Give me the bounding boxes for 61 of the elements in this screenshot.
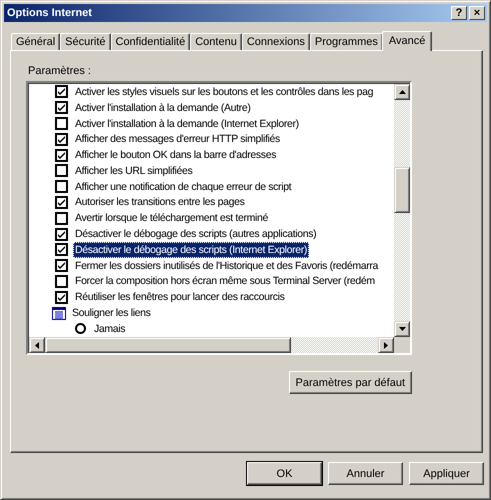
window-title: Options Internet: [7, 7, 92, 19]
dialog-button[interactable]: Appliquer: [409, 462, 484, 485]
radio-button[interactable]: [75, 323, 86, 334]
down-arrow-icon: [398, 327, 406, 331]
settings-label: Paramètres :: [28, 65, 92, 78]
setting-label[interactable]: Afficher le bouton OK dans la barre d'adresses: [73, 147, 278, 164]
setting-label[interactable]: Activer l'installation à la demande (Autre): [73, 100, 252, 116]
scroll-corner: [394, 337, 410, 353]
tab[interactable]: Confidentialité: [110, 33, 190, 50]
up-arrow-icon: [398, 90, 406, 94]
scroll-thumb[interactable]: [45, 337, 291, 353]
setting-label[interactable]: Désactiver le débogage des scripts (Internet Explorer): [73, 242, 310, 258]
dialog-button[interactable]: OK: [247, 462, 322, 485]
tab[interactable]: Contenu: [190, 33, 242, 50]
scroll-right-button[interactable]: [378, 337, 394, 353]
close-button[interactable]: ×: [469, 6, 485, 20]
checkbox[interactable]: [55, 228, 68, 241]
scroll-left-button[interactable]: [29, 337, 45, 353]
checkbox[interactable]: [55, 85, 68, 98]
setting-label[interactable]: Désactiver le débogage des scripts (autres applications): [73, 226, 318, 242]
dialog-button[interactable]: Annuler: [328, 462, 403, 485]
checkmark-icon: [57, 198, 66, 207]
tab[interactable]: Sécurité: [60, 33, 110, 50]
setting-label[interactable]: Souligner les liens: [70, 305, 153, 322]
setting-label[interactable]: Fermer les dossiers inutilisés de l'Historique et des Favoris (redémarra: [73, 258, 380, 274]
horizontal-scrollbar[interactable]: [29, 337, 410, 353]
reset-button[interactable]: Paramètres par défaut: [288, 371, 412, 394]
checkbox[interactable]: [55, 148, 68, 162]
setting-label[interactable]: Forcer la composition hors écran même sous Terminal Server (redém: [73, 273, 377, 290]
tab[interactable]: Général: [11, 33, 60, 50]
setting-label[interactable]: Jamais: [92, 320, 128, 337]
setting-label[interactable]: Afficher des messages d'erreur HTTP simplifiés: [73, 131, 282, 148]
scroll-down-button[interactable]: [394, 321, 410, 337]
checkbox[interactable]: [55, 290, 68, 304]
right-arrow-icon: [384, 342, 388, 348]
setting-label[interactable]: Réutiliser les fenêtres pour lancer des raccourcis: [73, 289, 287, 306]
checkbox[interactable]: [55, 180, 68, 194]
list-icon: [52, 306, 66, 320]
checkbox[interactable]: [55, 116, 68, 130]
checkbox[interactable]: [55, 164, 68, 178]
setting-label[interactable]: Activer l'installation à la demande (Internet Explorer): [73, 116, 301, 132]
scroll-thumb[interactable]: [394, 167, 410, 213]
checkbox[interactable]: [55, 132, 68, 146]
scroll-up-button[interactable]: [394, 84, 410, 100]
vertical-scrollbar[interactable]: [394, 84, 410, 337]
setting-label[interactable]: Afficher une notification de chaque erreur de script: [73, 178, 294, 195]
setting-label[interactable]: Autoriser les transitions entre les pages: [73, 194, 246, 210]
help-button[interactable]: ?: [451, 6, 467, 20]
left-arrow-icon: [35, 342, 39, 348]
setting-label[interactable]: Activer les styles visuels sur les boutons et les contrôles dans les pag: [73, 84, 376, 100]
checkbox[interactable]: [55, 259, 68, 272]
tab[interactable]: Connexions: [242, 33, 310, 50]
checkmark-icon: [57, 292, 66, 302]
checkbox[interactable]: [55, 196, 68, 209]
checkbox[interactable]: [55, 212, 68, 225]
checkbox[interactable]: [55, 243, 68, 256]
tab[interactable]: Avancé: [382, 31, 432, 51]
setting-label[interactable]: Avertir lorsque le téléchargement est terminé: [73, 210, 270, 226]
checkbox[interactable]: [55, 101, 68, 114]
setting-label[interactable]: Afficher les URL simplifiées: [73, 162, 194, 179]
checkbox[interactable]: [55, 274, 68, 288]
